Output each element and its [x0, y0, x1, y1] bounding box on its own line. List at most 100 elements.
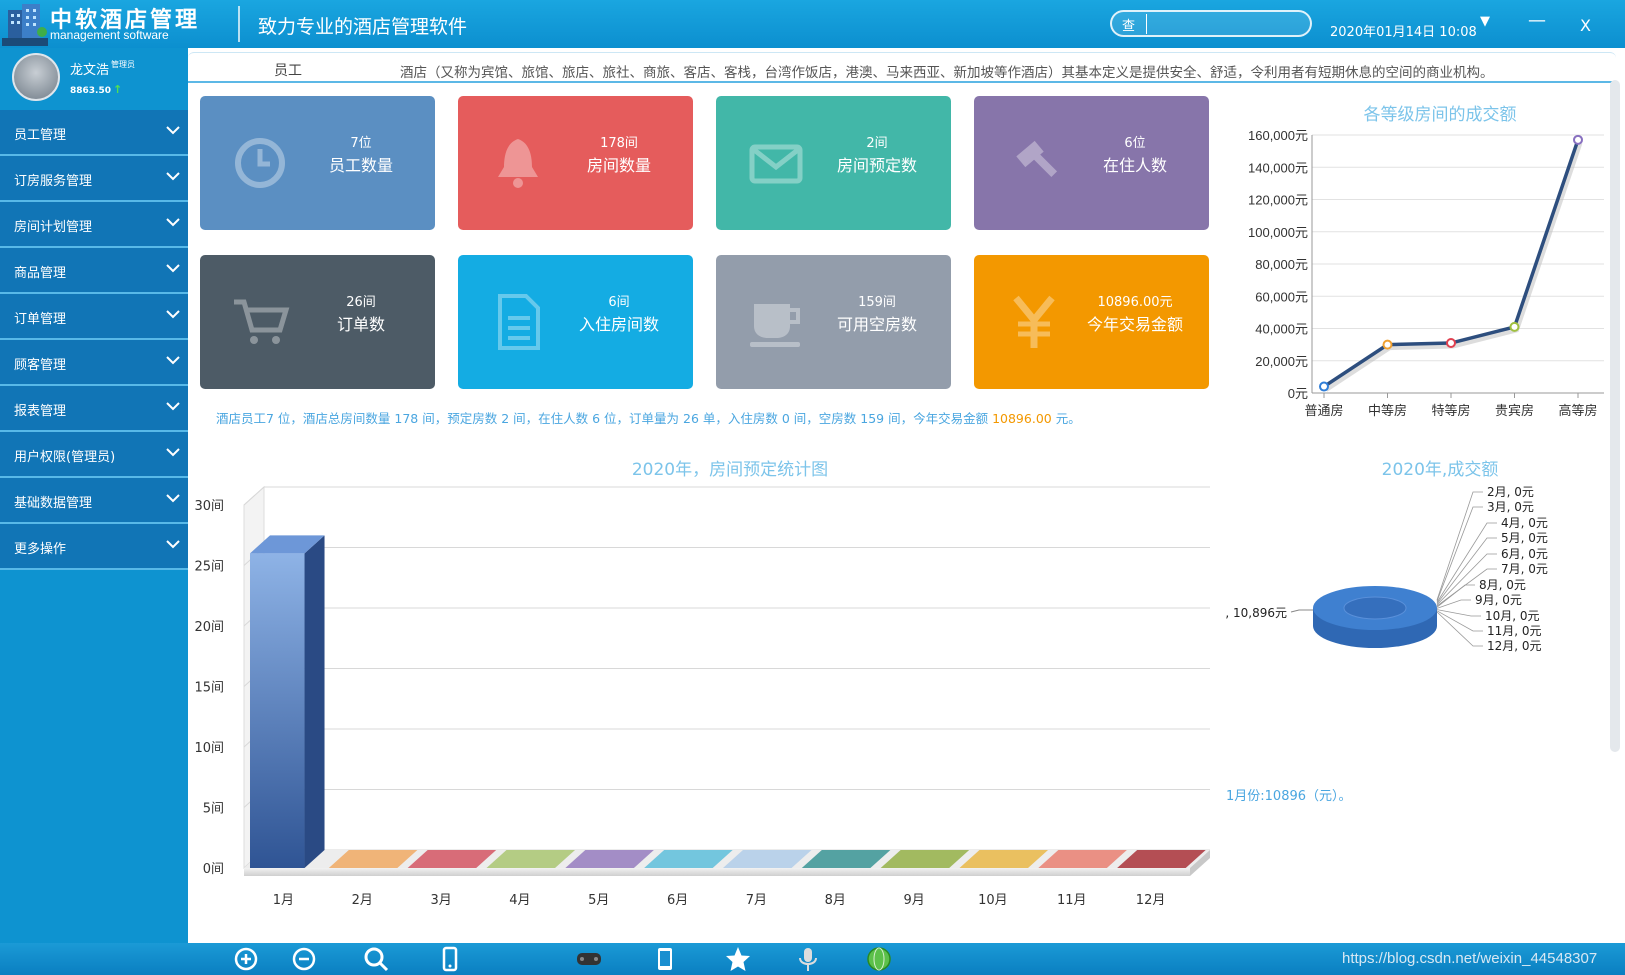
y-tick-label: 60,000元 [1255, 289, 1308, 304]
stat-value: 159间 [858, 295, 896, 310]
stat-card-0[interactable]: 7位 员工数量 [200, 96, 435, 230]
chevron-down-icon [166, 448, 180, 457]
sidebar-item-label: 用户权限(管理员) [14, 450, 116, 465]
data-point [1446, 338, 1456, 349]
bar [250, 553, 305, 868]
close-button[interactable]: X [1580, 16, 1591, 35]
line-chart: 0元 20,000元 40,000元 60,000元 80,000元 100,000元 12… [1248, 128, 1604, 419]
search-icon[interactable] [363, 946, 389, 972]
chevron-down-icon [166, 356, 180, 365]
user-name: 龙文浩 [70, 63, 110, 78]
sidebar-item-2[interactable]: 房间计划管理 [0, 202, 188, 248]
stat-value: 2间 [866, 136, 888, 151]
sidebar-item-label: 更多操作 [14, 542, 67, 557]
search-button[interactable]: 查 [1122, 15, 1135, 34]
tablet-icon[interactable] [652, 946, 678, 972]
globe-icon[interactable] [866, 946, 892, 972]
stat-card-7[interactable]: 10896.00元 今年交易金额 [974, 255, 1209, 389]
pie-label: 1月, 10,896元 [1225, 606, 1287, 620]
pie-label: 7月, 0元 [1501, 562, 1548, 576]
game-console-icon[interactable] [576, 946, 602, 972]
stat-card-4[interactable]: 26间 订单数 [200, 255, 435, 389]
pie-label: 5月, 0元 [1501, 531, 1548, 545]
x-tick-label: 普通房 [1304, 403, 1343, 419]
pie-hole [1343, 596, 1407, 620]
summary-body: 酒店员工7 位，酒店总房间数量 178 间，预定房数 2 间，在住人数 6 位，… [216, 411, 993, 426]
tab-staff[interactable]: 员工 [274, 60, 302, 80]
user-balance-value: 8863.50 [70, 86, 111, 96]
zoom-in-icon[interactable] [233, 946, 259, 972]
minimize-button[interactable]: — [1528, 10, 1546, 31]
y-tick-label: 80,000元 [1255, 257, 1308, 272]
marquee-text: 酒店（又称为宾馆、旅馆、旅店、旅社、商旅、客店、客栈，台湾作饭店，港澳、马来西亚… [400, 65, 1494, 81]
stat-value: 178间 [600, 136, 638, 151]
x-tick-label: 高等房 [1558, 403, 1597, 419]
chevron-down-icon [166, 126, 180, 135]
pie-chart: 1月, 10,896元 2月, 0元3月, 0元 4月, 0元5月, 0元 6月, 0… [1225, 485, 1548, 653]
sidebar-item-3[interactable]: 商品管理 [0, 248, 188, 294]
vertical-scrollbar[interactable] [1610, 80, 1620, 752]
data-point [1509, 321, 1520, 332]
stat-value: 26间 [346, 295, 376, 310]
sidebar: 龙文浩 管理员 8863.50 ↑ 员工管理订房服务管理房间计划管理 商品管理订单管… [0, 48, 188, 943]
bar-chart: 0间 5间 10间 15间 20间 25间 30间 1月 2月 3月 4月 5月 6月 7月 8月 9月 10月… [194, 485, 1210, 908]
stat-card-1[interactable]: 178间 房间数量 [458, 96, 693, 230]
sidebar-item-0[interactable]: 员工管理 [0, 110, 188, 156]
sidebar-item-8[interactable]: 基础数据管理 [0, 478, 188, 524]
clock-icon [235, 138, 285, 188]
stat-card-3[interactable]: 6位在住人数 [974, 96, 1209, 230]
sidebar-item-1[interactable]: 订房服务管理 [0, 156, 188, 202]
chevron-down-icon [166, 310, 180, 319]
stat-card-6[interactable]: 159间 可用空房数 [716, 255, 951, 389]
x-tick-label: 1月 [273, 893, 294, 908]
pie-chart-note: 1月份:10896（元）。 [1226, 789, 1352, 804]
label-leader [1436, 599, 1471, 609]
x-tick-label: 中等房 [1368, 403, 1407, 419]
y-tick-label: 120,000元 [1248, 193, 1308, 208]
pie-label: 10月, 0元 [1485, 609, 1540, 623]
app-slogan: 致力专业的酒店管理软件 [258, 16, 468, 38]
x-tick-label: 5月 [588, 893, 609, 908]
dropdown-button[interactable]: ▼ [1480, 14, 1490, 29]
stat-value: 7位 [350, 136, 372, 151]
label-leader [1436, 611, 1483, 647]
sidebar-item-label: 基础数据管理 [14, 496, 93, 511]
stat-card-2[interactable]: 2间 房间预定数 [716, 96, 951, 230]
x-tick-label: 8月 [825, 893, 846, 908]
chevron-down-icon [166, 264, 180, 273]
x-tick-label: 7月 [746, 893, 767, 908]
sidebar-item-6[interactable]: 报表管理 [0, 386, 188, 432]
avatar[interactable] [12, 53, 60, 101]
pie-label: 4月, 0元 [1501, 516, 1548, 530]
sidebar-item-label: 商品管理 [14, 266, 67, 281]
label-leader [1436, 609, 1481, 617]
sidebar-item-5[interactable]: 顾客管理 [0, 340, 188, 386]
stat-value: 6位 [1124, 136, 1146, 151]
title-bar: 中软酒店管理 management software 致力专业的酒店管理软件 查… [0, 0, 1625, 48]
sidebar-item-label: 员工管理 [14, 128, 67, 143]
x-tick-label: 贵宾房 [1495, 403, 1534, 419]
stat-label: 在住人数 [1102, 156, 1167, 175]
microphone-icon[interactable] [795, 946, 821, 972]
x-tick-label: 4月 [509, 893, 530, 908]
bottom-toolbar: https://blog.csdn.net/weixin_44548307 [0, 943, 1625, 975]
tab-bar: 员工 酒店（又称为宾馆、旅馆、旅店、旅社、商旅、客店、客栈，台湾作饭店，港澳、马… [188, 52, 1616, 83]
phone-icon[interactable] [437, 946, 463, 972]
star-icon[interactable] [725, 946, 751, 972]
chevron-down-icon [166, 218, 180, 227]
stat-card-5[interactable]: 6间 入住房间数 [458, 255, 693, 389]
x-tick-label: 3月 [430, 893, 451, 908]
sidebar-item-9[interactable]: 更多操作 [0, 524, 188, 570]
zoom-out-icon[interactable] [291, 946, 317, 972]
chevron-down-icon [166, 402, 180, 411]
y-tick-label: 140,000元 [1248, 160, 1308, 175]
sidebar-item-4[interactable]: 订单管理 [0, 294, 188, 340]
summary-text: 酒店员工7 位，酒店总房间数量 178 间，预定房数 2 间，在住人数 6 位，… [216, 408, 1081, 427]
arrow-up-icon: ↑ [113, 83, 123, 96]
document-icon [498, 294, 540, 350]
sidebar-item-label: 房间计划管理 [14, 220, 93, 235]
search-input[interactable] [1146, 14, 1306, 34]
app-brand-subtitle: management software [50, 28, 169, 42]
sidebar-item-7[interactable]: 用户权限(管理员) [0, 432, 188, 478]
user-role: 管理员 [111, 60, 135, 69]
